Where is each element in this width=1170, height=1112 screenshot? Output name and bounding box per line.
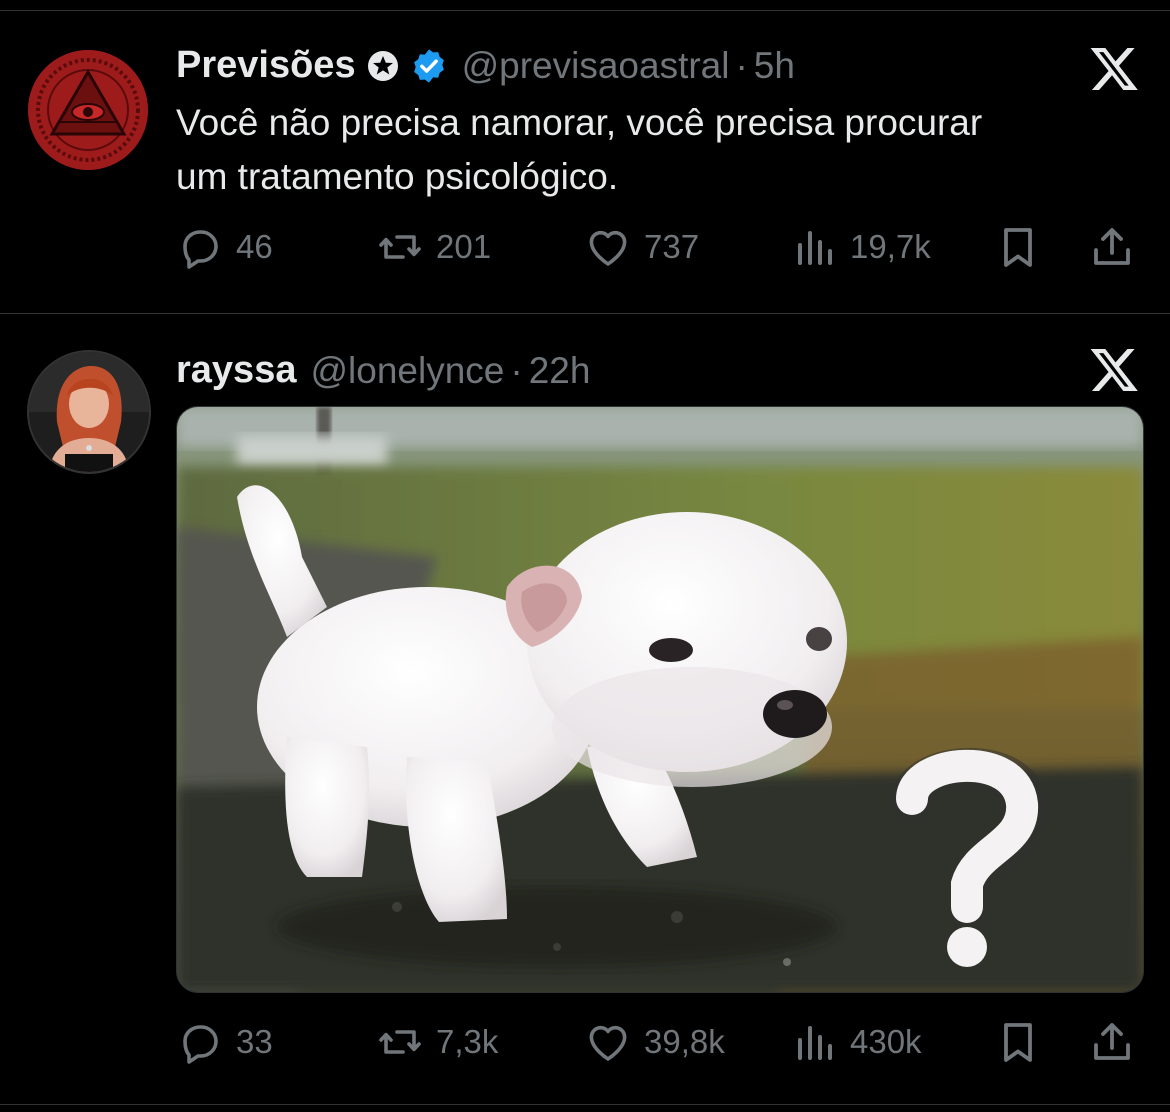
reply-icon [183, 230, 218, 269]
tweet-text-line: um tratamento psicológico. [176, 156, 619, 197]
media-image-puppy[interactable] [176, 406, 1144, 993]
x-logo-icon [1090, 47, 1138, 91]
action-bar: 33 7,3k 39,8k 430k [176, 1017, 1140, 1067]
share-button[interactable] [1088, 222, 1136, 272]
views-icon [798, 231, 832, 265]
repost-button[interactable]: 7,3k [376, 1017, 498, 1067]
repost-icon [379, 235, 421, 259]
share-icon [1094, 228, 1130, 265]
views-count: 430k [850, 1023, 922, 1060]
like-count: 737 [644, 228, 700, 265]
views-button[interactable]: 19,7k [790, 222, 931, 272]
x-logo-icon [1090, 348, 1138, 392]
tweet-previsoes[interactable]: Previsões @previsaoastral · 5h Você não … [0, 0, 1170, 313]
views-button[interactable]: 430k [790, 1017, 922, 1067]
action-bar: 46 201 737 19,7k [176, 222, 1140, 272]
like-icon [589, 230, 627, 266]
like-button[interactable]: 39,8k [584, 1017, 725, 1067]
reply-button[interactable]: 46 [176, 222, 273, 272]
repost-button[interactable]: 201 [376, 222, 491, 272]
repost-count: 201 [436, 228, 492, 265]
tweet-rayssa[interactable]: rayssa @lonelynce · 22h 33 7,3k 39,8k 43… [0, 314, 1170, 1104]
reply-icon [183, 1025, 218, 1064]
display-name[interactable]: rayssa [176, 349, 296, 392]
share-button[interactable] [1088, 1017, 1136, 1067]
repost-icon [379, 1030, 421, 1054]
timestamp[interactable]: 5h [754, 45, 795, 87]
like-button[interactable]: 737 [584, 222, 699, 272]
bookmark-button[interactable] [994, 1017, 1042, 1067]
separator: · [735, 44, 748, 86]
views-icon [798, 1026, 832, 1060]
bookmark-icon [1004, 1023, 1032, 1062]
timestamp[interactable]: 22h [529, 350, 591, 392]
views-count: 19,7k [850, 228, 931, 265]
display-name[interactable]: Previsões [176, 44, 356, 87]
handle[interactable]: @previsaoastral [462, 45, 730, 87]
bookmark-icon [1004, 228, 1032, 267]
separator: · [510, 349, 523, 391]
avatar[interactable] [27, 350, 151, 474]
handle[interactable]: @lonelynce [310, 350, 504, 392]
share-icon [1094, 1023, 1130, 1060]
reply-count: 33 [236, 1023, 273, 1060]
repost-count: 7,3k [436, 1023, 499, 1060]
verified-badge-icon [410, 47, 448, 85]
tweet-header: rayssa @lonelynce · 22h [176, 349, 590, 392]
tweet-text: Você não precisa namorar, você precisa p… [176, 96, 1136, 204]
bookmark-button[interactable] [994, 222, 1042, 272]
reply-count: 46 [236, 228, 273, 265]
like-icon [589, 1025, 627, 1061]
reply-button[interactable]: 33 [176, 1017, 273, 1067]
tweet-text-line: Você não precisa namorar, você precisa p… [176, 102, 983, 143]
like-count: 39,8k [644, 1023, 725, 1060]
avatar[interactable] [28, 50, 148, 170]
star-badge-icon [366, 49, 400, 83]
bottom-divider [0, 1104, 1170, 1105]
tweet-header: Previsões @previsaoastral · 5h [176, 44, 795, 87]
